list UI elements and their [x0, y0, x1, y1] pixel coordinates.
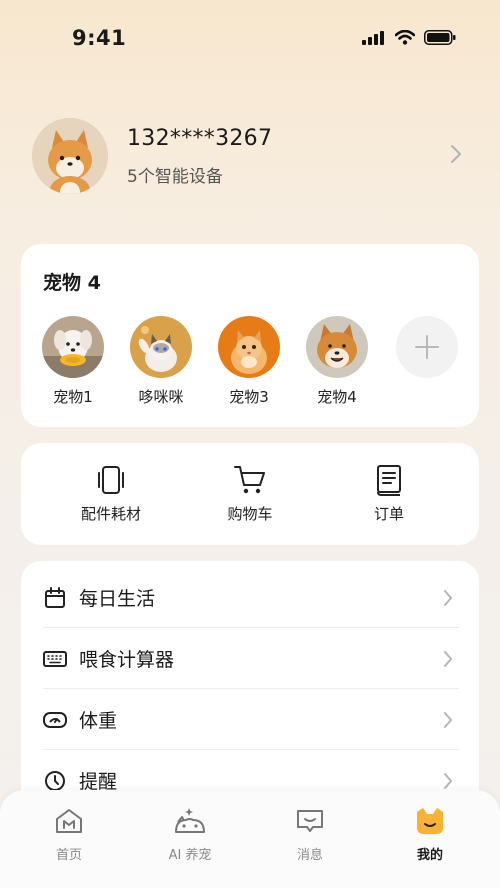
- shortcut-label: 购物车: [227, 505, 273, 523]
- pet-photo: [218, 316, 280, 378]
- home-icon: [56, 809, 82, 833]
- pet-name: 宠物1: [53, 388, 93, 406]
- ai-pet-icon: [175, 808, 205, 833]
- pet-item[interactable]: 哆咪咪: [121, 316, 201, 407]
- pet-item[interactable]: 宠物1: [33, 316, 113, 407]
- phone-device-icon: [98, 466, 124, 494]
- white-dog-photo: [42, 316, 104, 378]
- tab-label: 我的: [416, 848, 443, 863]
- status-time: 9:41: [72, 26, 127, 50]
- cat-face-icon: [417, 808, 443, 834]
- shortcut-label: 订单: [373, 505, 404, 523]
- avatar[interactable]: [32, 118, 108, 194]
- pet-item[interactable]: 宠物4: [297, 316, 377, 407]
- menu-label: 每日生活: [79, 588, 156, 610]
- pet-photo: [42, 316, 104, 378]
- pet-photo: [306, 316, 368, 378]
- menu-label: 喂食计算器: [79, 649, 175, 671]
- cellular-signal-icon: [362, 30, 384, 45]
- shortcut-label: 配件耗材: [80, 505, 141, 523]
- tab-label: AI 养宠: [168, 848, 212, 863]
- chevron-right-icon: [444, 712, 452, 728]
- shiba-avatar-illustration: [32, 118, 108, 194]
- device-count[interactable]: 5个智能设备: [127, 162, 223, 187]
- chevron-right-icon: [444, 651, 452, 667]
- pets-title: 宠物 4: [43, 272, 101, 294]
- scale-icon: [43, 711, 67, 728]
- profile-header[interactable]: 132****3267 5个智能设备: [0, 112, 500, 202]
- pets-card: 宠物 4 宠物1 哆咪咪 宠物3 宠物4: [21, 244, 479, 427]
- tab-label: 消息: [296, 848, 323, 863]
- chevron-right-icon: [444, 590, 452, 606]
- order-book-icon: [377, 465, 401, 496]
- menu-item-daily-life[interactable]: 每日生活: [43, 567, 459, 628]
- pet-name: 宠物4: [317, 388, 357, 406]
- tab-home[interactable]: 首页: [29, 806, 109, 863]
- chevron-right-icon: [444, 773, 452, 789]
- shortcut-card: 配件耗材 购物车 订单: [21, 443, 479, 545]
- add-pet-button[interactable]: [396, 316, 458, 378]
- calendar-icon: [45, 586, 65, 608]
- message-icon: [297, 810, 323, 832]
- tab-ai-pet[interactable]: AI 养宠: [150, 806, 230, 863]
- pet-item[interactable]: 宠物3: [209, 316, 289, 407]
- menu-item-feeding-calculator[interactable]: 喂食计算器: [43, 628, 459, 689]
- tab-messages[interactable]: 消息: [270, 806, 350, 863]
- menu-item-weight[interactable]: 体重: [43, 689, 459, 750]
- status-bar: 9:41: [0, 0, 500, 80]
- pet-photo: [130, 316, 192, 378]
- shortcut-accessories[interactable]: 配件耗材: [61, 463, 161, 524]
- ragdoll-cat-photo: [130, 316, 192, 378]
- menu-label: 体重: [79, 710, 118, 732]
- user-phone: 132****3267: [127, 126, 273, 151]
- pet-name: 哆咪咪: [138, 388, 184, 406]
- wifi-icon: [395, 30, 415, 45]
- cart-icon: [234, 466, 265, 494]
- menu-card: 每日生活 喂食计算器 体重 提醒: [21, 561, 479, 821]
- battery-icon: [424, 30, 456, 45]
- clock-icon: [45, 770, 65, 791]
- tab-label: 首页: [55, 848, 82, 863]
- pet-name: 宠物3: [229, 388, 269, 406]
- shiba-dog-photo: [306, 316, 368, 378]
- orange-cat-photo: [218, 316, 280, 378]
- tab-mine[interactable]: 我的: [390, 806, 470, 863]
- tab-bar: 首页 AI 养宠 消息 我的: [0, 790, 500, 888]
- status-icons: [362, 30, 456, 45]
- shortcut-cart[interactable]: 购物车: [200, 463, 300, 524]
- pet-list: 宠物1 哆咪咪 宠物3 宠物4: [21, 316, 479, 416]
- chevron-right-icon[interactable]: [450, 144, 462, 164]
- keyboard-icon: [43, 650, 67, 667]
- shortcut-orders[interactable]: 订单: [339, 463, 439, 524]
- plus-icon: [415, 335, 439, 359]
